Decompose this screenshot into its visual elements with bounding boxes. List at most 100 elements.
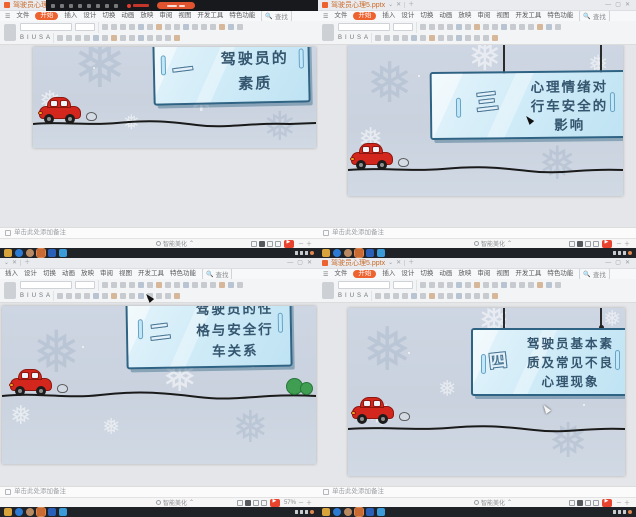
zoom-in-button[interactable]: ＋ [306, 498, 312, 507]
menu-tab[interactable]: 放映 [458, 13, 471, 20]
font-size-combo[interactable] [75, 23, 95, 31]
arrange-icon[interactable] [210, 24, 216, 30]
more-icon[interactable] [114, 4, 118, 8]
columns-icon[interactable] [138, 35, 144, 41]
flowchart-icon[interactable] [474, 35, 480, 41]
menu-home-active[interactable]: 开始 [353, 270, 376, 279]
align-left-icon[interactable] [411, 35, 417, 41]
document-tab-title[interactable]: 驾驶员心理5.pptx [331, 2, 385, 9]
numbering-icon[interactable] [147, 24, 153, 30]
reading-view-icon[interactable] [585, 500, 591, 506]
textbox-icon[interactable] [510, 24, 516, 30]
tray-orange-dot[interactable] [628, 251, 632, 255]
menu-file[interactable]: 文件 [334, 271, 347, 278]
cut-icon[interactable] [375, 293, 381, 299]
tray-orange-dot[interactable] [628, 510, 632, 514]
slide-layout-icon[interactable] [420, 282, 426, 288]
textbox-icon[interactable] [510, 282, 516, 288]
menu-tab[interactable]: 视图 [496, 271, 509, 278]
folder-icon[interactable] [322, 249, 330, 257]
font-size-combo[interactable] [393, 23, 413, 31]
decrease-font-icon[interactable] [438, 24, 444, 30]
slide-layout-icon[interactable] [102, 282, 108, 288]
menu-tab[interactable]: 插入 [382, 271, 395, 278]
notes-bar[interactable]: 单击此处添加备注 [0, 227, 318, 238]
shape-icon[interactable] [174, 24, 180, 30]
animation-icon[interactable] [492, 293, 498, 299]
paste-icon[interactable] [322, 24, 334, 41]
tab-close-icon[interactable]: ✕ [12, 260, 17, 266]
slide-canvas[interactable]: 四 驾驶员基本素 质及常见不良 心理现象 [318, 303, 636, 486]
zoom-out-button[interactable]: － [298, 239, 304, 248]
stop-sharing-button[interactable] [127, 4, 149, 8]
select-pane-icon[interactable] [555, 282, 561, 288]
columns-icon[interactable] [456, 293, 462, 299]
user-avatar[interactable] [344, 249, 352, 257]
outdent-icon[interactable] [165, 282, 171, 288]
align-right-icon[interactable] [429, 35, 435, 41]
menu-tab[interactable]: 审阅 [477, 13, 490, 20]
numbering-icon[interactable] [147, 282, 153, 288]
design-ideas-icon[interactable] [147, 35, 153, 41]
window-control[interactable]: ✕ [305, 260, 314, 266]
format-button[interactable]: I [345, 35, 347, 41]
indent-icon[interactable] [156, 282, 162, 288]
sign-board[interactable]: 四 驾驶员基本素 质及常见不良 心理现象 [471, 328, 625, 396]
app-blue-icon[interactable] [366, 508, 374, 516]
tray-volume-icon[interactable] [305, 510, 308, 514]
find-icon[interactable] [546, 24, 552, 30]
notes-bar[interactable]: 单击此处添加备注 [0, 486, 318, 497]
slide-1[interactable]: 一 驾驶员的 素质 [33, 47, 316, 148]
window-control[interactable]: ✕ [623, 2, 632, 8]
paste-icon[interactable] [4, 24, 16, 41]
font-name-combo[interactable] [20, 281, 72, 289]
line-spacing-icon[interactable] [447, 293, 453, 299]
find-icon[interactable] [228, 24, 234, 30]
tray-up-icon[interactable] [613, 510, 616, 514]
menu-tab[interactable]: 放映 [458, 271, 471, 278]
slideshow-play-button[interactable] [602, 499, 612, 507]
slide-sorter-icon[interactable] [577, 241, 583, 247]
mic-icon[interactable] [51, 4, 55, 8]
app-teal-icon[interactable] [377, 508, 385, 516]
bullets-icon[interactable] [138, 24, 144, 30]
menu-tab[interactable]: 设计 [401, 13, 414, 20]
cut-icon[interactable] [375, 35, 381, 41]
design-ideas-icon[interactable] [465, 293, 471, 299]
menu-tab[interactable]: 开发工具 [197, 13, 223, 20]
font-name-combo[interactable] [338, 281, 390, 289]
zoom-out-button[interactable]: － [616, 239, 622, 248]
shape-icon[interactable] [492, 24, 498, 30]
animation-icon[interactable] [174, 35, 180, 41]
font-color-icon[interactable] [393, 35, 399, 41]
font-name-combo[interactable] [338, 23, 390, 31]
new-tab-button[interactable]: ＋ [408, 260, 414, 266]
user-avatar[interactable] [26, 249, 34, 257]
new-tab-button[interactable]: ＋ [24, 260, 30, 266]
outdent-icon[interactable] [165, 24, 171, 30]
font-size-combo[interactable] [75, 281, 95, 289]
decrease-font-icon[interactable] [120, 282, 126, 288]
app-blue-icon[interactable] [48, 249, 56, 257]
chart-icon[interactable] [483, 293, 489, 299]
smart-beautify-icon[interactable] [537, 24, 543, 30]
format-button[interactable]: I [27, 35, 29, 41]
sign-board[interactable]: 三 心理情绪对 行车安全的 影响 [430, 70, 623, 140]
indent-icon[interactable] [474, 24, 480, 30]
indent-icon[interactable] [156, 24, 162, 30]
window-control[interactable]: ▢ [613, 260, 623, 266]
menu-tab[interactable]: 开发工具 [515, 13, 541, 20]
menu-file[interactable]: 文件 [16, 13, 29, 20]
format-button[interactable]: A [46, 293, 50, 299]
wps-active-icon[interactable] [355, 249, 363, 257]
menu-tab[interactable]: 放映 [140, 13, 153, 20]
window-control[interactable]: ▢ [295, 260, 305, 266]
arrange-icon[interactable] [528, 24, 534, 30]
tray-volume-icon[interactable] [623, 251, 626, 255]
menu-tab[interactable]: 切换 [420, 13, 433, 20]
align-center-icon[interactable] [420, 293, 426, 299]
window-control[interactable]: ✕ [623, 260, 632, 266]
highlight-icon[interactable] [402, 35, 408, 41]
notes-view-icon[interactable] [261, 500, 267, 506]
menu-tab[interactable]: 审阅 [159, 13, 172, 20]
